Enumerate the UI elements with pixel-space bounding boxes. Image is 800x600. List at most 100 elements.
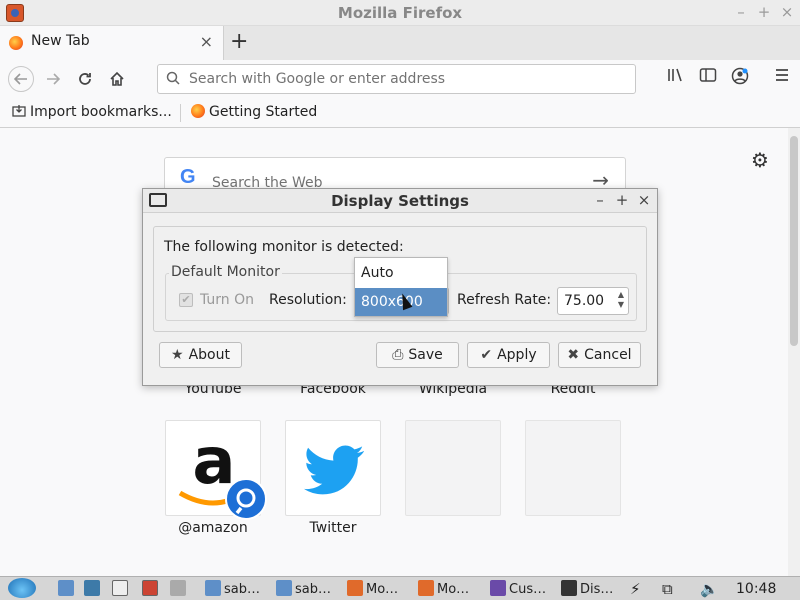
apply-button[interactable]: ✔ Apply (467, 342, 550, 368)
about-button[interactable]: ★ About (159, 342, 242, 368)
volume-icon[interactable]: 🔈 (700, 580, 719, 598)
taskbar-item[interactable]: Mo… (347, 580, 398, 598)
firefox-icon (418, 580, 434, 596)
start-menu-button[interactable] (8, 578, 36, 598)
forward-button[interactable] (40, 66, 66, 92)
refresh-rate-spinner[interactable]: 75.00 ▲ ▼ (557, 287, 629, 315)
reload-button[interactable] (72, 66, 98, 92)
import-icon (12, 105, 26, 117)
top-site-tile-empty[interactable] (525, 420, 621, 516)
window-launcher[interactable] (112, 580, 131, 598)
turn-on-label: Turn On (200, 292, 255, 308)
window-icon (112, 580, 128, 596)
about-label: About (188, 347, 230, 363)
taskbar-item[interactable]: sab… (276, 580, 331, 598)
refresh-rate-value: 75.00 (564, 293, 605, 309)
account-icon (731, 67, 749, 85)
firefox-favicon-icon (9, 36, 23, 50)
terminal-icon (142, 580, 158, 596)
star-icon: ★ (171, 347, 184, 363)
file-manager-launcher[interactable] (58, 580, 77, 598)
bookmarks-toolbar: Import bookmarks... Getting Started (0, 98, 800, 128)
search-icon (166, 71, 180, 85)
window-title: Mozilla Firefox (337, 4, 463, 22)
terminal-launcher[interactable] (142, 580, 161, 598)
customize-icon (490, 580, 506, 596)
top-site-label[interactable]: Twitter (285, 520, 381, 536)
address-bar[interactable]: Search with Google or enter address (157, 64, 636, 94)
clock[interactable]: 10:48 (736, 581, 776, 597)
new-tab-button[interactable]: + (230, 29, 248, 54)
home-icon (110, 71, 124, 86)
menu-button[interactable] (770, 67, 794, 91)
firefox-favicon-icon (191, 104, 205, 118)
checkmark-icon: ✔ (480, 347, 493, 363)
tab-new-tab[interactable]: New Tab × (0, 26, 224, 60)
library-icon (668, 68, 682, 82)
folder-icon (205, 580, 221, 596)
turn-on-checkbox[interactable]: ✔ (179, 293, 193, 307)
save-button[interactable]: ⎙ Save (376, 342, 459, 368)
dialog-maximize-button[interactable]: + (613, 191, 631, 209)
save-icon: ⎙ (392, 347, 404, 363)
apply-label: Apply (497, 347, 537, 363)
dialog-title: Display Settings (331, 192, 469, 210)
blank-launcher[interactable] (170, 580, 189, 598)
dialog-close-button[interactable]: × (635, 191, 653, 209)
top-site-label[interactable]: @amazon (165, 520, 261, 536)
default-monitor-label: Default Monitor (169, 264, 282, 280)
taskbar-item[interactable]: Cus… (490, 580, 546, 598)
close-window-button[interactable]: × (778, 3, 796, 21)
top-site-tile-empty[interactable] (405, 420, 501, 516)
window-titlebar: Mozilla Firefox – + × (0, 0, 800, 26)
desktop-launcher[interactable] (84, 580, 103, 598)
search-shortcut-badge-icon (225, 478, 267, 520)
tab-label: New Tab (31, 33, 90, 49)
getting-started-link[interactable]: Getting Started (191, 104, 317, 120)
dialog-minimize-button[interactable]: – (591, 191, 609, 209)
taskbar: sab… sab… Mo… Mo… Cus… Dis… ⚡ ⧉ 🔈 10:48 (0, 576, 800, 600)
maximize-button[interactable]: + (755, 3, 773, 21)
dialog-titlebar: Display Settings – + × (143, 189, 657, 213)
close-tab-icon[interactable]: × (200, 32, 213, 51)
import-bookmarks-link[interactable]: Import bookmarks... (12, 104, 172, 120)
detected-text: The following monitor is detected: (164, 239, 404, 255)
save-label: Save (408, 347, 443, 363)
monitor-icon (561, 580, 577, 596)
back-button[interactable] (8, 66, 34, 92)
navigation-bar: Search with Google or enter address (0, 60, 800, 98)
google-icon: G (180, 166, 196, 188)
home-button[interactable] (104, 66, 130, 92)
page-scrollbar-thumb[interactable] (790, 136, 798, 346)
reload-icon (79, 73, 91, 85)
forward-arrow-icon (47, 73, 61, 85)
account-button[interactable] (728, 67, 752, 91)
refresh-rate-label: Refresh Rate: (457, 292, 552, 308)
taskbar-item[interactable]: sab… (205, 580, 260, 598)
sidebar-button[interactable] (696, 67, 720, 91)
power-icon[interactable]: ⚡ (630, 580, 641, 598)
minimize-button[interactable]: – (732, 3, 750, 21)
gear-icon[interactable]: ⚙ (751, 148, 769, 172)
taskbar-item-active[interactable]: Dis… (561, 580, 613, 598)
network-icon[interactable]: ⧉ (662, 580, 673, 598)
spinner-arrows-icon[interactable]: ▲ ▼ (618, 290, 624, 310)
firefox-icon (347, 580, 363, 596)
taskbar-item[interactable]: Mo… (418, 580, 469, 598)
back-arrow-icon (13, 73, 27, 85)
cancel-button[interactable]: ✖ Cancel (558, 342, 641, 368)
folder-icon (276, 580, 292, 596)
top-site-tile-twitter[interactable] (285, 420, 381, 516)
twitter-bird-icon (304, 445, 364, 495)
hamburger-menu-icon (776, 69, 788, 81)
sidebar-icon (699, 68, 717, 82)
address-bar-placeholder: Search with Google or enter address (189, 71, 446, 87)
tab-bar: New Tab × + (0, 26, 800, 60)
resolution-label: Resolution: (269, 292, 347, 308)
library-button[interactable] (664, 67, 688, 91)
cancel-x-icon: ✖ (567, 347, 580, 363)
folder-icon (58, 580, 74, 596)
resolution-option-auto[interactable]: Auto (355, 259, 447, 287)
blank-icon (170, 580, 186, 596)
cancel-label: Cancel (584, 347, 632, 363)
